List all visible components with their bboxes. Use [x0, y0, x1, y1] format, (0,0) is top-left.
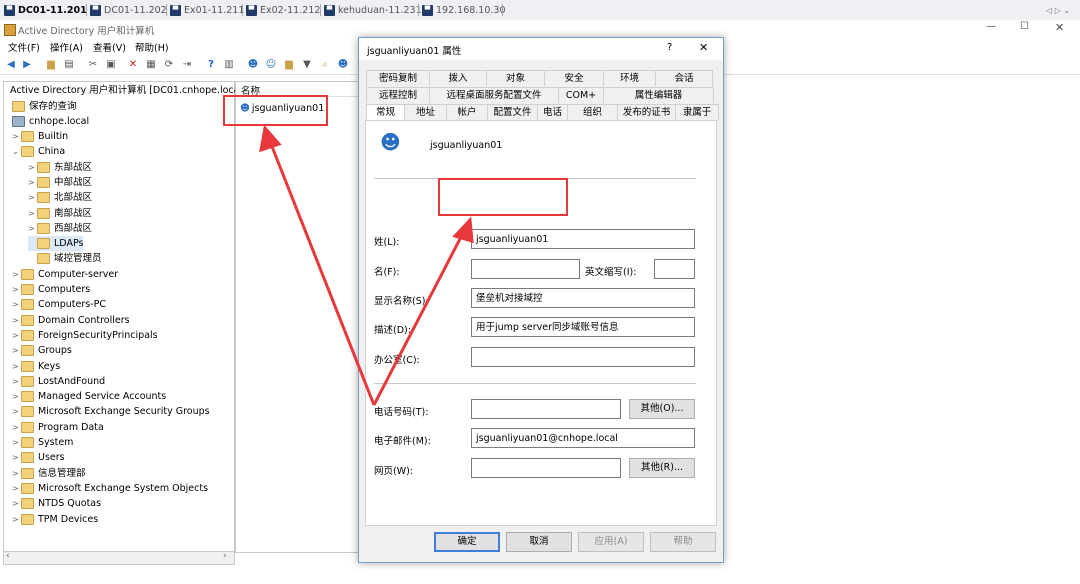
arrow-to-last-name [372, 234, 464, 406]
arrow-to-list-item [269, 143, 376, 406]
arrowhead-list-item [259, 124, 282, 153]
arrowhead-last-name [452, 216, 474, 244]
annotation-arrows [259, 124, 474, 406]
